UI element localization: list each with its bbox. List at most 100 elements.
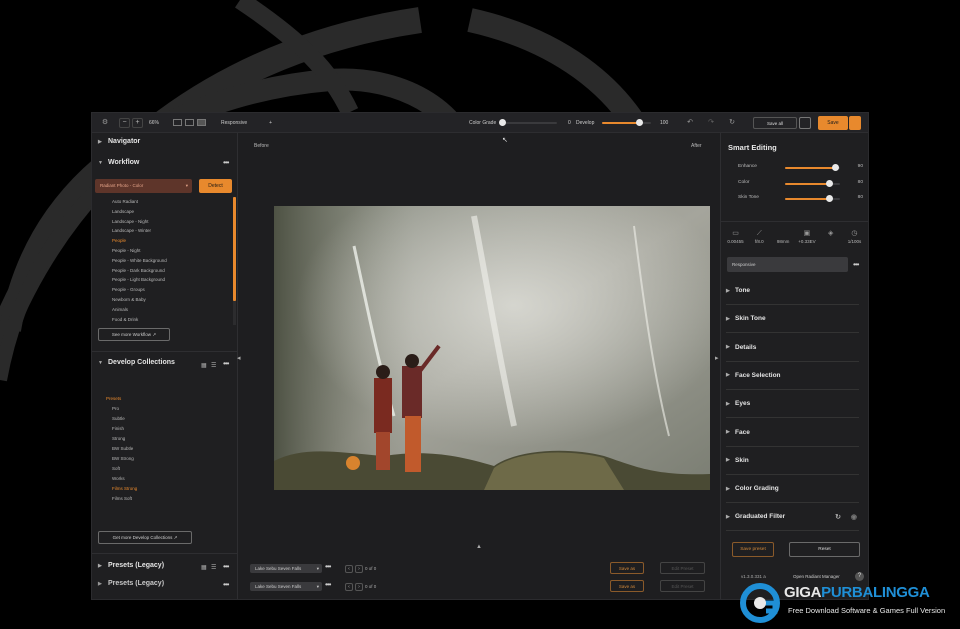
workflow-item[interactable]: Landscape - Night	[112, 217, 230, 227]
save-as-button-1[interactable]: Save as	[610, 562, 644, 574]
presets-legacy-more-icon[interactable]: •••	[223, 562, 229, 571]
prev-icon[interactable]: ‹	[345, 565, 353, 573]
collection-item[interactable]: BW Strong	[106, 454, 226, 464]
adjustment-section-header[interactable]: ▶ Tone	[726, 277, 859, 305]
collection-item[interactable]: Presets	[106, 394, 226, 404]
adjustment-section-header[interactable]: ▶ Face Selection	[726, 362, 859, 390]
workflow-item[interactable]: Landscape - Winter	[112, 226, 230, 236]
slider-knob[interactable]	[826, 179, 833, 187]
collection-item[interactable]: Subtle	[106, 414, 226, 424]
workflow-item[interactable]: People - Light Background	[112, 275, 230, 285]
workflow-header[interactable]: ▼ Workflow	[98, 159, 139, 166]
preset-more-icon-2[interactable]: •••	[325, 580, 331, 589]
collection-item[interactable]: Films Strong	[106, 484, 226, 494]
workflow-item[interactable]: People - Night	[112, 246, 230, 256]
workflow-item[interactable]: People - Dark Background	[112, 266, 230, 276]
add-profile-icon[interactable]: +	[269, 120, 272, 126]
collection-item[interactable]: Soft	[106, 464, 226, 474]
preset-more-icon[interactable]: •••	[325, 562, 331, 571]
workflow-item[interactable]: People - White Background	[112, 256, 230, 266]
list-view-icon[interactable]: ☰	[211, 362, 216, 369]
toggle-switch-icon[interactable]	[799, 117, 811, 129]
save-button[interactable]: Save	[818, 116, 848, 130]
adjustment-section-header[interactable]: ▶ Skin	[726, 447, 859, 475]
smart-slider[interactable]	[785, 164, 840, 171]
workflow-item[interactable]: People	[112, 236, 230, 246]
visibility-eye-icon[interactable]: ◉	[851, 513, 857, 521]
collections-more-icon[interactable]: •••	[223, 359, 229, 368]
collapse-left-panel-icon[interactable]: ◂	[237, 354, 241, 362]
side-by-side-view-icon[interactable]	[197, 119, 207, 126]
smart-slider[interactable]	[785, 179, 840, 187]
smart-slider[interactable]	[785, 195, 840, 202]
slider-knob[interactable]	[499, 119, 506, 126]
gear-icon[interactable]: ⚙	[101, 119, 109, 127]
redo-icon[interactable]: ↷	[707, 119, 715, 127]
collection-item[interactable]: Works	[106, 474, 226, 484]
workflow-item[interactable]: Landscape	[112, 207, 230, 217]
adjustment-section-header[interactable]: ▶ Eyes	[726, 390, 859, 419]
save-all-button[interactable]: Save all	[753, 117, 797, 129]
single-view-icon[interactable]	[173, 119, 183, 126]
develop-slider[interactable]	[602, 119, 651, 126]
next-icon[interactable]: ›	[355, 565, 363, 573]
save-as-button-2[interactable]: Save as	[610, 580, 644, 592]
navigator-header[interactable]: ▶ Navigator	[98, 138, 140, 145]
get-more-collections-button[interactable]: Get more Develop Collections ↗	[98, 531, 192, 544]
edit-preset-button-1[interactable]: Edit Preset	[660, 562, 705, 574]
preset-select-2[interactable]: Lake Sebu Seven Falls ▾	[250, 582, 322, 591]
refresh-icon[interactable]: ↻	[728, 119, 736, 127]
export-icon[interactable]	[849, 116, 861, 130]
profile-select[interactable]: Responsive	[727, 257, 848, 272]
workflow-item[interactable]: Auto Radiant	[112, 197, 230, 207]
presets-legacy-header-2[interactable]: ▶ Presets (Legacy)	[98, 580, 164, 587]
adjustment-section-header[interactable]: ▶ Graduated Filter ↻ ◉	[726, 503, 859, 532]
profile-dropdown[interactable]: Responsive	[221, 120, 247, 126]
adjustment-section-header[interactable]: ▶ Skin Tone	[726, 305, 859, 334]
collection-item[interactable]: BW Subtle	[106, 444, 226, 454]
preset-select-1[interactable]: Lake Sebu Seven Falls ▾	[250, 564, 322, 573]
split-view-icon[interactable]	[185, 119, 195, 126]
develop-collections-header[interactable]: ▼ Develop Collections	[98, 359, 175, 366]
presets-legacy-more-icon-2[interactable]: •••	[223, 580, 229, 589]
preset-pager-1[interactable]: ‹ › 0 of 0	[345, 564, 376, 573]
zoom-level[interactable]: 66%	[149, 120, 159, 126]
adjustment-section-header[interactable]: ▶ Color Grading	[726, 475, 859, 504]
grid-view-icon[interactable]: ▦	[201, 362, 207, 369]
save-preset-button[interactable]: Save preset	[732, 542, 774, 557]
scrollbar-thumb[interactable]	[233, 197, 236, 301]
collection-item[interactable]: Films Soft	[106, 494, 226, 504]
presets-legacy-header[interactable]: ▶ Presets (Legacy)	[98, 562, 164, 569]
collection-item[interactable]: Finish	[106, 424, 226, 434]
workflow-scrollbar[interactable]	[233, 197, 236, 325]
workflow-item[interactable]: Animals	[112, 305, 230, 315]
grid-view-icon[interactable]: ▦	[201, 564, 207, 571]
reset-section-icon[interactable]: ↻	[835, 513, 841, 521]
workflow-item[interactable]: Newborn & Baby	[112, 295, 230, 305]
slider-knob[interactable]	[635, 119, 643, 126]
preset-pager-2[interactable]: ‹ › 0 of 0	[345, 582, 376, 591]
workflow-item[interactable]: Food & Drink	[112, 315, 230, 325]
collection-item[interactable]: Pro	[106, 404, 226, 414]
undo-icon[interactable]: ↶	[686, 119, 694, 127]
prev-icon[interactable]: ‹	[345, 583, 353, 591]
adjustment-section-header[interactable]: ▶ Details	[726, 334, 859, 362]
reset-button[interactable]: Reset	[789, 542, 860, 557]
color-grade-slider[interactable]	[499, 119, 557, 126]
adjustment-section-header[interactable]: ▶ Face	[726, 419, 859, 447]
slider-knob[interactable]	[826, 195, 833, 202]
see-more-workflow-button[interactable]: See more Workflow ↗	[98, 328, 170, 341]
slider-knob[interactable]	[831, 164, 839, 171]
workflow-dropdown[interactable]: Radiant Photo - Color ▾	[95, 179, 192, 193]
workflow-more-icon[interactable]: •••	[223, 158, 229, 167]
chevron-up-icon[interactable]: ▲	[476, 544, 482, 550]
collapse-right-panel-icon[interactable]: ▸	[715, 354, 719, 362]
zoom-out-button[interactable]: −	[119, 117, 130, 128]
list-view-icon[interactable]: ☰	[211, 564, 216, 571]
edit-preset-button-2[interactable]: Edit Preset	[660, 580, 705, 592]
collection-item[interactable]: Strong	[106, 434, 226, 444]
detect-button[interactable]: Detect	[199, 179, 232, 193]
profile-more-icon[interactable]: •••	[853, 260, 859, 269]
zoom-in-button[interactable]: +	[132, 117, 143, 128]
photo-preview[interactable]	[274, 206, 710, 490]
